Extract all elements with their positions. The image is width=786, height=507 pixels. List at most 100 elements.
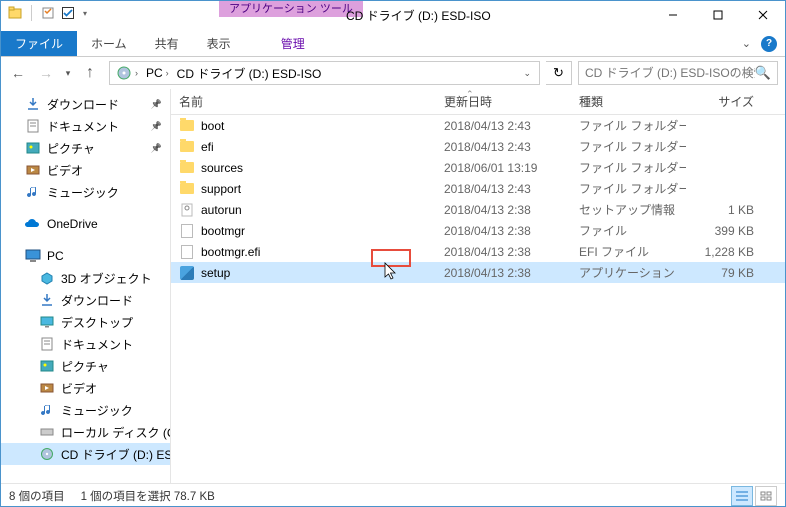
- file-name: sources: [201, 161, 243, 175]
- view-large-icons-button[interactable]: [755, 486, 777, 506]
- file-row[interactable]: bootmgr.efi 2018/04/13 2:38 EFI ファイル 1,2…: [171, 241, 785, 262]
- ribbon-tab-manage[interactable]: 管理: [267, 31, 319, 56]
- navigation-tree: ダウンロード ドキュメント ピクチャ ビデオ ミュージック OneDrive P: [1, 89, 171, 483]
- ribbon-tab-home[interactable]: ホーム: [77, 31, 141, 56]
- file-date: 2018/04/13 2:38: [436, 203, 571, 217]
- file-name: support: [201, 182, 241, 196]
- tree-item[interactable]: ビデオ: [1, 377, 170, 399]
- tree-item-icon: [39, 402, 55, 418]
- ribbon-tab-share[interactable]: 共有: [141, 31, 193, 56]
- file-row[interactable]: bootmgr 2018/04/13 2:38 ファイル 399 KB: [171, 220, 785, 241]
- file-type: ファイル フォルダー: [571, 138, 686, 155]
- file-row[interactable]: support 2018/04/13 2:43 ファイル フォルダー: [171, 178, 785, 199]
- up-button[interactable]: ↑: [77, 60, 103, 86]
- address-dropdown-icon[interactable]: ⌄: [517, 68, 537, 79]
- ribbon-tab-view[interactable]: 表示: [193, 31, 245, 56]
- tree-onedrive[interactable]: OneDrive: [1, 213, 170, 235]
- tree-item-label: ドキュメント: [47, 118, 119, 135]
- column-name[interactable]: 名前: [171, 89, 436, 114]
- tree-item[interactable]: ローカル ディスク (C: [1, 421, 170, 443]
- tree-item-label: ミュージック: [61, 402, 133, 419]
- statusbar: 8 個の項目 1 個の項目を選択 78.7 KB: [1, 483, 785, 507]
- status-selection: 1 個の項目を選択 78.7 KB: [81, 488, 215, 504]
- back-button[interactable]: ←: [5, 60, 31, 86]
- address-segment[interactable]: PC›: [142, 62, 173, 84]
- tree-item-label: 3D オブジェクト: [61, 270, 152, 287]
- tree-item[interactable]: CD ドライブ (D:) ES: [1, 443, 170, 465]
- ribbon-tab-file[interactable]: ファイル: [1, 31, 77, 56]
- tree-pc[interactable]: PC: [1, 245, 170, 267]
- file-size: 79 KB: [686, 266, 766, 280]
- file-name: bootmgr.efi: [201, 245, 260, 259]
- tree-item[interactable]: ミュージック: [1, 181, 170, 203]
- tree-item[interactable]: ピクチャ: [1, 355, 170, 377]
- tree-item-icon: [25, 140, 41, 156]
- ribbon-context-label: アプリケーション ツール: [219, 1, 363, 17]
- file-type: ファイル: [571, 222, 686, 239]
- file-row[interactable]: sources 2018/06/01 13:19 ファイル フォルダー: [171, 157, 785, 178]
- refresh-button[interactable]: ↻: [546, 61, 572, 85]
- tree-item-label: ドキュメント: [61, 336, 133, 353]
- tree-item[interactable]: ドキュメント: [1, 333, 170, 355]
- tree-item-icon: [25, 184, 41, 200]
- tree-item[interactable]: ダウンロード: [1, 289, 170, 311]
- tree-item-icon: [25, 118, 41, 134]
- recent-locations-button[interactable]: ▾: [61, 60, 75, 86]
- column-size[interactable]: サイズ: [686, 89, 766, 114]
- view-details-button[interactable]: [731, 486, 753, 506]
- file-size: 1,228 KB: [686, 245, 766, 259]
- qat-customize-icon[interactable]: ▾: [80, 9, 90, 18]
- tree-item[interactable]: ピクチャ: [1, 137, 170, 159]
- file-icon: [179, 223, 195, 239]
- ribbon-expand-icon[interactable]: ⌄: [742, 37, 751, 50]
- close-button[interactable]: [740, 1, 785, 29]
- window-title: CD ドライブ (D:) ESD-ISO: [346, 7, 491, 24]
- search-input[interactable]: [585, 66, 755, 80]
- tree-item-icon: [39, 380, 55, 396]
- file-row[interactable]: setup 2018/04/13 2:38 アプリケーション 79 KB: [171, 262, 785, 283]
- tree-item-label: CD ドライブ (D:) ES: [61, 446, 171, 463]
- file-row[interactable]: autorun 2018/04/13 2:38 セットアップ情報 1 KB: [171, 199, 785, 220]
- file-date: 2018/04/13 2:38: [436, 266, 571, 280]
- addressbar[interactable]: › PC› CD ドライブ (D:) ESD-ISO ⌄: [109, 61, 540, 85]
- app-icon: [7, 5, 23, 21]
- tree-item[interactable]: ダウンロード: [1, 93, 170, 115]
- file-date: 2018/04/13 2:38: [436, 224, 571, 238]
- file-row[interactable]: boot 2018/04/13 2:43 ファイル フォルダー: [171, 115, 785, 136]
- maximize-button[interactable]: [695, 1, 740, 29]
- tree-item[interactable]: 3D オブジェクト: [1, 267, 170, 289]
- search-box[interactable]: 🔍: [578, 61, 778, 85]
- forward-button[interactable]: →: [33, 60, 59, 86]
- column-type[interactable]: 種類: [571, 89, 686, 114]
- sort-indicator-icon: ⌃: [466, 89, 474, 100]
- file-type: ファイル フォルダー: [571, 159, 686, 176]
- tree-item-label: ダウンロード: [47, 96, 119, 113]
- column-date[interactable]: 更新日時: [436, 89, 571, 114]
- file-list: 名前 更新日時 種類 サイズ ⌃ boot 2018/04/13 2:43 ファ…: [171, 89, 785, 483]
- window-controls: [650, 1, 785, 29]
- file-type: EFI ファイル: [571, 243, 686, 260]
- tree-item[interactable]: デスクトップ: [1, 311, 170, 333]
- tree-item-label: ダウンロード: [61, 292, 133, 309]
- tree-item[interactable]: ミュージック: [1, 399, 170, 421]
- file-icon: [179, 244, 195, 260]
- search-icon[interactable]: 🔍: [755, 65, 771, 81]
- tree-item-label: ビデオ: [61, 380, 97, 397]
- status-item-count: 8 個の項目: [9, 488, 65, 504]
- navbar: ← → ▾ ↑ › PC› CD ドライブ (D:) ESD-ISO ⌄ ↻ 🔍: [1, 57, 785, 89]
- file-date: 2018/04/13 2:43: [436, 182, 571, 196]
- file-row[interactable]: efi 2018/04/13 2:43 ファイル フォルダー: [171, 136, 785, 157]
- file-name: bootmgr: [201, 224, 245, 238]
- titlebar: ▾ アプリケーション ツール CD ドライブ (D:) ESD-ISO: [1, 1, 785, 31]
- qat-checkbox-icon[interactable]: [60, 5, 76, 21]
- tree-item-icon: [39, 424, 55, 440]
- file-type: セットアップ情報: [571, 201, 686, 218]
- help-icon[interactable]: ?: [761, 36, 777, 52]
- tree-item-label: デスクトップ: [61, 314, 133, 331]
- minimize-button[interactable]: [650, 1, 695, 29]
- qat-properties-icon[interactable]: [40, 5, 56, 21]
- folder-icon: [179, 181, 195, 197]
- tree-item[interactable]: ビデオ: [1, 159, 170, 181]
- tree-item[interactable]: ドキュメント: [1, 115, 170, 137]
- address-segment[interactable]: CD ドライブ (D:) ESD-ISO: [173, 62, 326, 84]
